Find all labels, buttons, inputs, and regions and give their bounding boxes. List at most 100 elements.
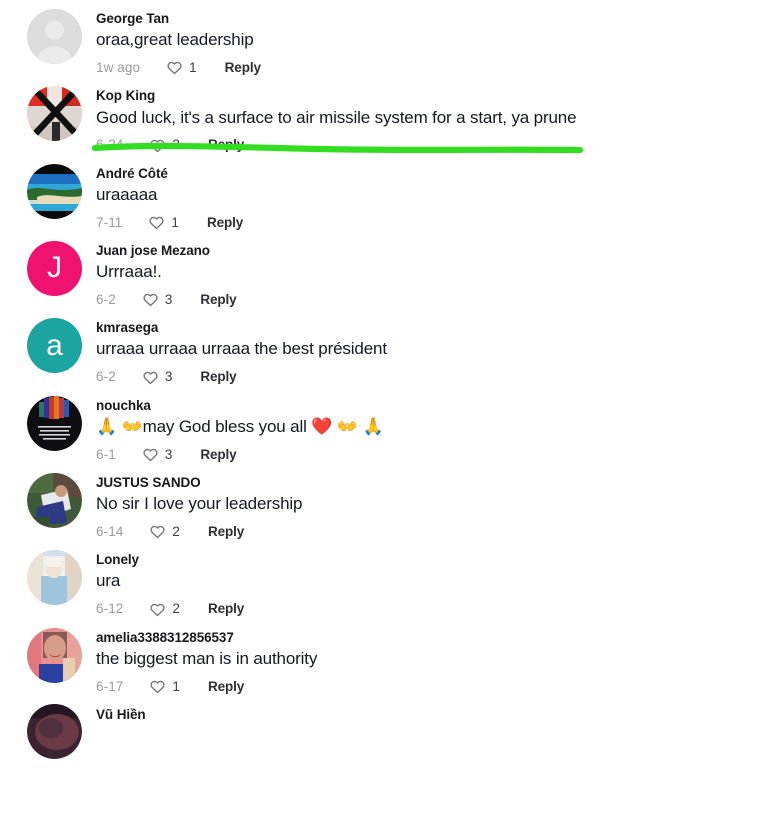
comment-date: 6-12 (96, 601, 124, 617)
photo-light-blue-avatar (27, 550, 82, 606)
avatar[interactable]: a (27, 318, 82, 374)
avatar[interactable] (27, 550, 82, 606)
default-person-avatar-icon (27, 9, 82, 64)
heart-outline-icon[interactable] (148, 214, 165, 231)
comment-body: JUSTUS SANDO No sir I love your leadersh… (96, 470, 746, 540)
comment-item[interactable]: Kop King Good luck, it's a surface to ai… (0, 83, 758, 153)
comment-date: 6-14 (96, 523, 124, 539)
comment-date: 6-24 (96, 137, 124, 153)
comment-meta: 1w ago 1 Reply (96, 59, 746, 76)
like-count: 3 (172, 137, 180, 153)
reply-button[interactable]: Reply (208, 680, 244, 694)
comment-text: 🙏 👐may God bless you all ❤️ 👐 🙏 (96, 416, 384, 436)
heart-outline-icon[interactable] (149, 137, 166, 154)
comment-author[interactable]: Lonely (96, 551, 746, 569)
like-button[interactable]: 2 (149, 523, 180, 540)
comment-item[interactable]: George Tan oraa,great leadership 1w ago … (0, 6, 758, 76)
heart-outline-icon[interactable] (149, 523, 166, 540)
heart-outline-icon[interactable] (166, 59, 183, 76)
reply-button[interactable]: Reply (200, 293, 236, 307)
like-button[interactable]: 3 (142, 446, 173, 463)
heart-outline-icon[interactable] (142, 291, 159, 308)
comment-item[interactable]: a kmrasega urraaa urraaa urraaa the best… (0, 315, 758, 385)
photo-x-mark-avatar (27, 86, 82, 142)
reply-button[interactable]: Reply (200, 370, 236, 384)
comment-text: ura (96, 571, 121, 591)
comment-text: No sir I love your leadership (96, 494, 303, 514)
comment-date: 7-11 (96, 214, 123, 230)
like-count: 3 (164, 292, 173, 307)
like-count: 3 (164, 446, 173, 462)
comment-meta: 6-1 3 Reply (96, 446, 746, 463)
reply-button[interactable]: Reply (208, 138, 244, 152)
comment-item[interactable]: Lonely ura 6-12 2 Reply (0, 547, 758, 617)
like-button[interactable]: 3 (149, 137, 180, 154)
comment-item[interactable]: nouchka 🙏 👐may God bless you all ❤️ 👐 🙏 … (0, 393, 758, 463)
comment-author[interactable]: kmrasega (96, 319, 746, 337)
comment-text: the biggest man is in authority (96, 648, 318, 668)
comment-text: oraa,great leadership (96, 30, 254, 50)
comment-body: Lonely ura 6-12 2 Reply (96, 547, 746, 617)
reply-button[interactable]: Reply (225, 61, 261, 75)
heart-outline-icon[interactable] (142, 446, 159, 463)
like-count: 2 (172, 523, 180, 539)
comment-author[interactable]: JUSTUS SANDO (96, 474, 746, 492)
comment-date: 1w ago (96, 60, 141, 76)
heart-outline-icon[interactable] (142, 369, 159, 386)
avatar[interactable] (27, 472, 82, 528)
like-button[interactable]: 1 (166, 59, 197, 76)
comment-author[interactable]: Juan jose Mezano (96, 242, 746, 260)
comment-text: Urrraaa!. (96, 262, 162, 282)
comment-text: urraaa urraaa urraaa the best président (96, 339, 387, 359)
avatar-initial: a (46, 328, 63, 362)
comment-author[interactable]: George Tan (96, 10, 746, 28)
comment-item[interactable]: J Juan jose Mezano Urrraaa!. 6-2 3 Reply (0, 238, 758, 308)
comment-date: 6-17 (96, 678, 124, 694)
photo-beach-avatar (27, 163, 82, 219)
comment-body: Kop King Good luck, it's a surface to ai… (96, 83, 746, 153)
comment-author[interactable]: nouchka (96, 397, 746, 415)
comment-body: nouchka 🙏 👐may God bless you all ❤️ 👐 🙏 … (96, 393, 746, 463)
comment-item[interactable]: André Côté uraaaaa 7-11 1 Reply (0, 161, 758, 231)
like-count: 1 (171, 214, 179, 230)
avatar[interactable] (27, 703, 82, 759)
comment-date: 6-2 (96, 369, 116, 385)
avatar[interactable] (27, 9, 82, 64)
comment-meta: 6-14 2 Reply (96, 523, 746, 540)
comment-date: 6-2 (96, 292, 116, 307)
like-count: 3 (164, 369, 173, 385)
avatar[interactable] (27, 627, 82, 683)
reply-button[interactable]: Reply (207, 216, 243, 230)
comment-text: uraaaaa (96, 184, 158, 204)
like-button[interactable]: 3 (142, 291, 173, 308)
comment-item[interactable]: JUSTUS SANDO No sir I love your leadersh… (0, 470, 758, 540)
comment-item[interactable]: Vũ Hiền (0, 702, 758, 759)
comment-list: George Tan oraa,great leadership 1w ago … (0, 0, 758, 816)
comment-author[interactable]: Kop King (96, 87, 746, 105)
reply-button[interactable]: Reply (200, 448, 236, 462)
heart-outline-icon[interactable] (149, 601, 166, 618)
heart-outline-icon[interactable] (149, 678, 166, 695)
comment-meta: 6-2 3 Reply (96, 369, 746, 386)
comment-meta: 6-2 3 Reply (96, 291, 746, 308)
comment-meta: 6-17 1 Reply (96, 678, 746, 695)
comment-meta: 7-11 1 Reply (96, 214, 746, 231)
comment-body: André Côté uraaaaa 7-11 1 Reply (96, 161, 746, 231)
like-button[interactable]: 3 (142, 369, 173, 386)
reply-button[interactable]: Reply (208, 602, 244, 616)
like-button[interactable]: 2 (149, 601, 180, 618)
like-button[interactable]: 1 (149, 678, 180, 695)
comment-author[interactable]: André Côté (96, 165, 746, 183)
comment-author[interactable]: Vũ Hiền (96, 706, 746, 724)
comment-date: 6-1 (96, 446, 116, 462)
avatar[interactable] (27, 395, 82, 451)
like-count: 2 (172, 601, 180, 617)
avatar[interactable]: J (27, 240, 82, 296)
like-count: 1 (172, 678, 180, 694)
avatar[interactable] (27, 163, 82, 219)
reply-button[interactable]: Reply (208, 525, 244, 539)
like-button[interactable]: 1 (148, 214, 179, 231)
comment-author[interactable]: amelia3388312856537 (96, 629, 746, 647)
avatar[interactable] (27, 86, 82, 142)
comment-item[interactable]: amelia3388312856537 the biggest man is i… (0, 625, 758, 695)
